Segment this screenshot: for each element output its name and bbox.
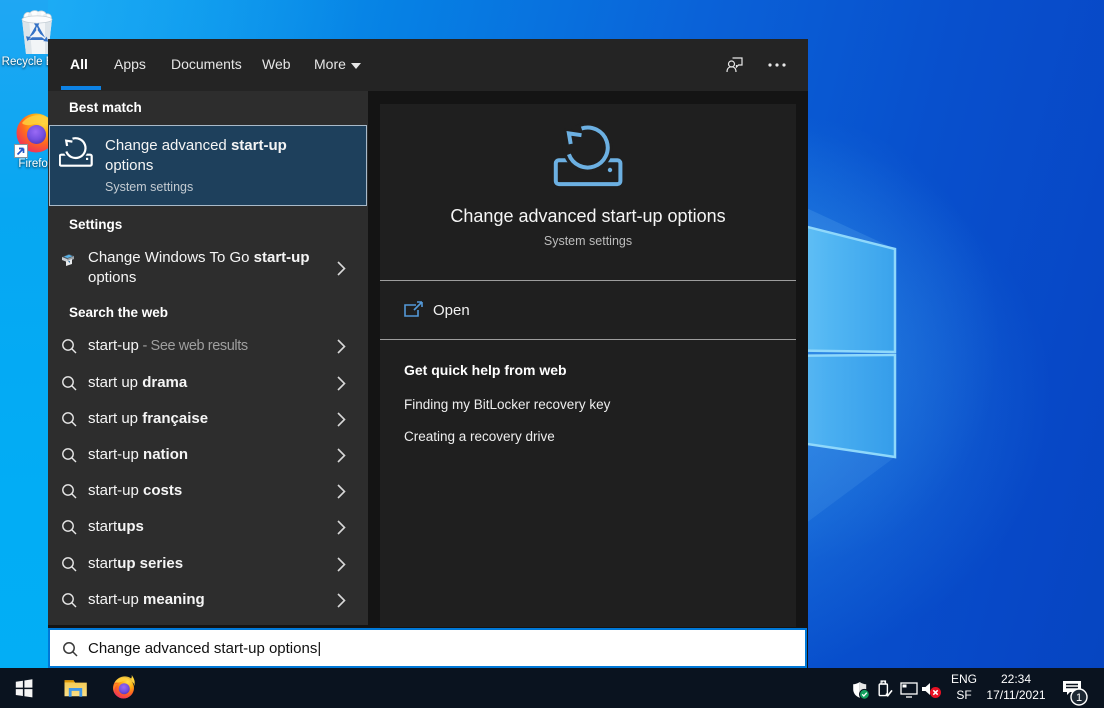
svg-text:1: 1 [1076, 692, 1082, 704]
